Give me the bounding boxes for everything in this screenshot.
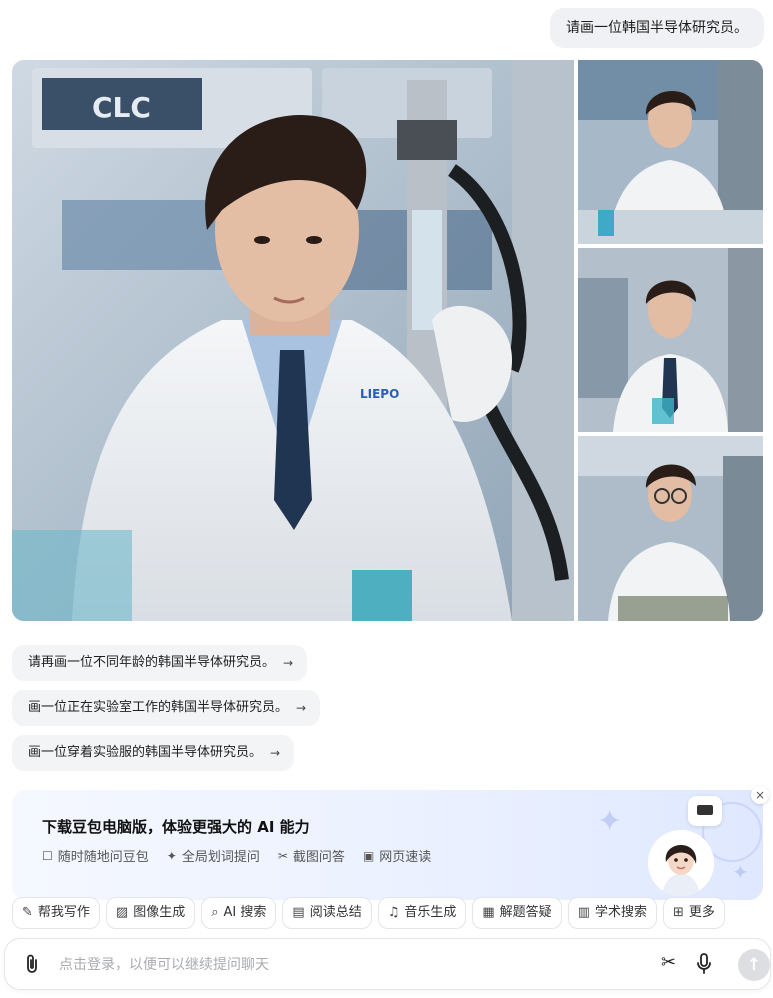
sparkle-icon: ✦ xyxy=(166,848,177,863)
skill-toolbar: ✎ 帮我写作 ▨ 图像生成 ⌕ AI 搜索 ▤ 阅读总结 ♫ 音乐生成 ▦ 解题… xyxy=(12,897,725,929)
scissors-icon[interactable]: ✂ xyxy=(661,952,676,973)
pen-icon: ✎ xyxy=(22,905,33,920)
tool-label: AI 搜索 xyxy=(223,905,267,920)
tool-label: 图像生成 xyxy=(133,905,186,920)
generated-image-thumb-1[interactable] xyxy=(578,60,763,244)
promo-feature: ✦ 全局划词提问 xyxy=(166,846,260,866)
promo-feature: ☐ 随时随地问豆包 xyxy=(42,846,149,866)
tool-academic-search-button[interactable]: ▥ 学术搜索 xyxy=(567,897,657,929)
promo-feature-label: 网页速读 xyxy=(379,850,432,865)
arrow-right-icon: → xyxy=(296,701,307,715)
promo-title: 下载豆包电脑版，体验更强大的 AI 能力 xyxy=(42,818,310,836)
read-icon: ▤ xyxy=(292,905,305,920)
researcher-image-thumb-2 xyxy=(578,248,763,432)
suggestion-1[interactable]: 请再画一位不同年龄的韩国半导体研究员。 → xyxy=(12,645,308,681)
researcher-image-main: CLC LIEPO xyxy=(12,60,574,621)
close-icon[interactable]: × xyxy=(751,786,769,804)
more-icon: ⊞ xyxy=(673,905,684,920)
promo-feature-list: ☐ 随时随地问豆包 ✦ 全局划词提问 ✂ 截图问答 ▣ 网页速读 xyxy=(42,846,432,866)
academic-icon: ▥ xyxy=(577,905,590,920)
researcher-image-thumb-3 xyxy=(578,436,763,621)
suggestion-label: 画一位穿着实验服的韩国半导体研究员。 xyxy=(28,745,263,760)
chat-input-bar[interactable]: 点击登录，以便可以继续提问聊天 ✂ ↑ xyxy=(4,938,771,990)
tool-label: 解题答疑 xyxy=(499,905,552,920)
search-icon: ⌕ xyxy=(211,905,219,920)
promo-feature: ▣ 网页速读 xyxy=(362,846,432,866)
promo-feature-label: 随时随地问豆包 xyxy=(57,850,149,865)
web-read-icon: ▣ xyxy=(362,848,375,863)
paperclip-icon[interactable] xyxy=(25,954,39,979)
send-button[interactable]: ↑ xyxy=(738,949,770,981)
promo-feature-label: 截图问答 xyxy=(292,850,345,865)
coat-logo-text: LIEPO xyxy=(360,387,399,401)
image-icon: ▨ xyxy=(115,905,129,920)
generated-image-main[interactable]: CLC LIEPO xyxy=(12,60,574,621)
tool-more-button[interactable]: ⊞ 更多 xyxy=(663,897,725,929)
monitor-icon xyxy=(688,796,722,826)
sparkle-decoration-icon: ✦ xyxy=(732,860,749,884)
suggestion-label: 画一位正在实验室工作的韩国半导体研究员。 xyxy=(28,700,289,715)
tool-label: 音乐生成 xyxy=(404,905,457,920)
tool-read-summary-button[interactable]: ▤ 阅读总结 xyxy=(282,897,372,929)
promo-feature-label: 全局划词提问 xyxy=(181,850,260,865)
suggestion-3[interactable]: 画一位穿着实验服的韩国半导体研究员。 → xyxy=(12,735,295,771)
microphone-icon[interactable] xyxy=(695,953,713,975)
music-icon: ♫ xyxy=(387,905,400,920)
tool-label: 学术搜索 xyxy=(594,905,647,920)
generated-image-thumb-2[interactable] xyxy=(578,248,763,432)
lab-sign-text: CLC xyxy=(92,91,151,124)
researcher-image-thumb-1 xyxy=(578,60,763,244)
tool-solve-button[interactable]: ▦ 解题答疑 xyxy=(472,897,562,929)
suggestion-label: 请再画一位不同年龄的韩国半导体研究员。 xyxy=(28,655,276,670)
chat-bubble-icon: ☐ xyxy=(42,848,53,863)
desktop-app-promo-card[interactable]: ✦ ✦ 下载豆包电脑版，体验更强大的 AI 能力 ☐ 随时随地问豆包 ✦ 全局划… xyxy=(12,790,763,900)
arrow-right-icon: → xyxy=(270,746,281,760)
chat-page: 请画一位韩国半导体研究员。 CLC LIEPO 请再画一位不同年龄的韩国半导体研… xyxy=(0,0,773,998)
tool-label: 更多 xyxy=(688,905,715,920)
tool-writing-button[interactable]: ✎ 帮我写作 xyxy=(12,897,100,929)
tool-ai-search-button[interactable]: ⌕ AI 搜索 xyxy=(201,897,277,929)
chat-input-placeholder[interactable]: 点击登录，以便可以继续提问聊天 xyxy=(59,939,269,991)
arrow-right-icon: → xyxy=(283,656,294,670)
sparkle-decoration-icon: ✦ xyxy=(597,804,623,839)
tool-label: 阅读总结 xyxy=(309,905,362,920)
suggestion-2[interactable]: 画一位正在实验室工作的韩国半导体研究员。 → xyxy=(12,690,321,726)
generated-image-grid: CLC LIEPO xyxy=(12,60,763,621)
tool-music-gen-button[interactable]: ♫ 音乐生成 xyxy=(377,897,467,929)
promo-feature: ✂ 截图问答 xyxy=(277,846,345,866)
tool-label: 帮我写作 xyxy=(37,905,90,920)
scissors-icon: ✂ xyxy=(277,848,288,863)
doubao-avatar xyxy=(648,830,714,896)
solve-icon: ▦ xyxy=(482,905,495,920)
tool-image-gen-button[interactable]: ▨ 图像生成 xyxy=(105,897,196,929)
user-message-bubble: 请画一位韩国半导体研究员。 xyxy=(550,8,764,48)
generated-image-thumb-3[interactable] xyxy=(578,436,763,621)
